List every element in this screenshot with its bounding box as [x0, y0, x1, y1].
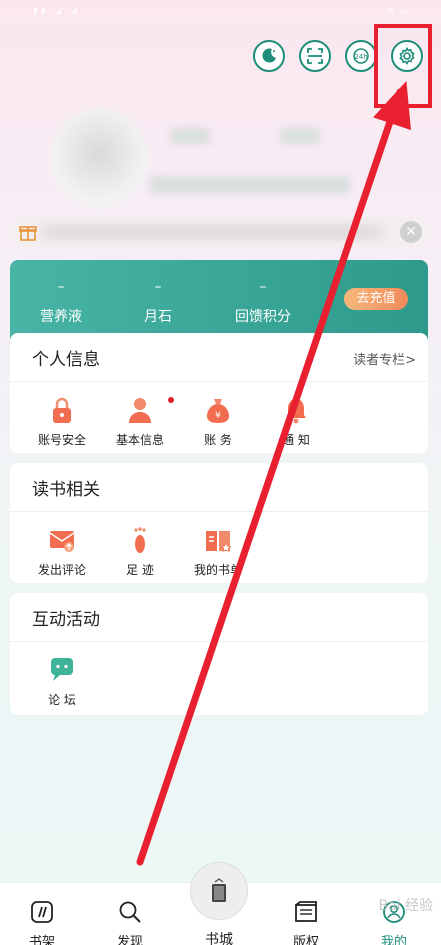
item-label: 账 务	[204, 433, 232, 447]
basic-info-item[interactable]: 基本信息	[100, 395, 180, 448]
footprint-icon	[125, 525, 155, 555]
booklist-icon	[203, 525, 233, 555]
wallet-nutrient[interactable]: – 营养液	[16, 278, 106, 326]
section-title: 读书相关	[32, 480, 100, 500]
tab-bookshelf[interactable]: 书架	[12, 899, 72, 945]
copyright-icon	[295, 901, 317, 922]
comment-mail-icon	[47, 525, 77, 555]
scan-icon[interactable]	[299, 40, 331, 72]
username-blurred	[170, 128, 210, 144]
avatar[interactable]	[50, 108, 148, 208]
recharge-button[interactable]: 去充值	[344, 288, 408, 310]
bookstore-icon	[212, 878, 226, 902]
notification-dot	[168, 397, 174, 403]
tab-label: 书城	[205, 932, 233, 945]
divider	[10, 641, 428, 642]
wallet-value: –	[154, 279, 162, 295]
tab-label: 版权	[292, 935, 319, 945]
divider	[10, 381, 428, 382]
status-battery-icon: ◔ ▭	[387, 4, 407, 17]
item-label: 发出评论	[37, 563, 86, 577]
profile-info-blurred	[150, 176, 350, 194]
annotation-highlight-box	[374, 24, 432, 108]
tab-discover[interactable]: 发现	[100, 899, 160, 945]
item-label: 通 知	[282, 433, 310, 447]
notification-item[interactable]: 通 知	[256, 395, 336, 448]
reader-column-link[interactable]: 读者专栏>	[353, 349, 416, 368]
tab-bookstore[interactable]	[190, 862, 248, 920]
service-24h-icon[interactable]: 24h	[345, 40, 377, 72]
divider	[10, 511, 428, 512]
wallet-label: 月石	[144, 309, 172, 325]
bookshelf-icon	[31, 901, 53, 923]
vip-text-blurred	[42, 225, 382, 239]
watermark: Bai 经验	[378, 898, 433, 914]
gift-icon	[19, 226, 37, 241]
wallet-value: –	[259, 279, 267, 295]
item-label: 足 迹	[126, 563, 154, 577]
forum-icon	[47, 655, 77, 685]
wallet-panel: – 营养液 – 月石 – 回馈积分 去充值	[10, 260, 428, 340]
section-title: 互动活动	[32, 610, 100, 630]
tab-label: 发现	[116, 935, 143, 945]
tab-label: 书架	[28, 935, 55, 945]
footprint-item[interactable]: 足 迹	[100, 525, 180, 578]
wallet-moonstone[interactable]: – 月石	[113, 278, 203, 326]
profile-header[interactable]	[30, 108, 360, 213]
tab-copyright[interactable]: 版权	[276, 899, 336, 945]
item-label: 论 坛	[48, 693, 76, 707]
item-label: 账号安全	[37, 433, 86, 447]
search-icon	[119, 901, 141, 923]
svg-text:¥: ¥	[215, 411, 221, 421]
wallet-label: 回馈积分	[235, 309, 291, 325]
status-signal-icon: ▮▮ ◢ ◢	[32, 4, 78, 17]
account-security-item[interactable]: 账号安全	[22, 395, 102, 448]
section-title: 个人信息	[32, 350, 100, 370]
vip-banner[interactable]: ✕	[10, 217, 430, 247]
billing-item[interactable]: ¥ 账 务	[178, 395, 258, 448]
lock-icon	[47, 395, 77, 425]
wallet-points[interactable]: – 回馈积分	[218, 278, 308, 326]
person-icon	[125, 395, 155, 425]
item-label: 基本信息	[115, 433, 164, 447]
tab-label: 我的	[380, 935, 407, 945]
activity-card: 互动活动 论 坛	[10, 593, 428, 715]
level-blurred	[280, 128, 320, 144]
personal-info-card: 个人信息 读者专栏> 账号安全 基本信息 ¥ 账 务 通 知	[10, 333, 428, 453]
reading-card: 读书相关 发出评论 足 迹 我的书单	[10, 463, 428, 583]
forum-item[interactable]: 论 坛	[22, 655, 102, 708]
service-24h-label: 24h	[354, 53, 367, 61]
sent-comments-item[interactable]: 发出评论	[22, 525, 102, 578]
item-label: 我的书单	[193, 563, 242, 577]
night-mode-icon[interactable]	[253, 40, 285, 72]
money-bag-icon: ¥	[203, 395, 233, 425]
close-icon[interactable]: ✕	[400, 221, 422, 243]
bell-icon	[281, 395, 311, 425]
wallet-value: –	[57, 279, 65, 295]
my-booklist-item[interactable]: 我的书单	[178, 525, 258, 578]
wallet-label: 营养液	[40, 309, 82, 325]
